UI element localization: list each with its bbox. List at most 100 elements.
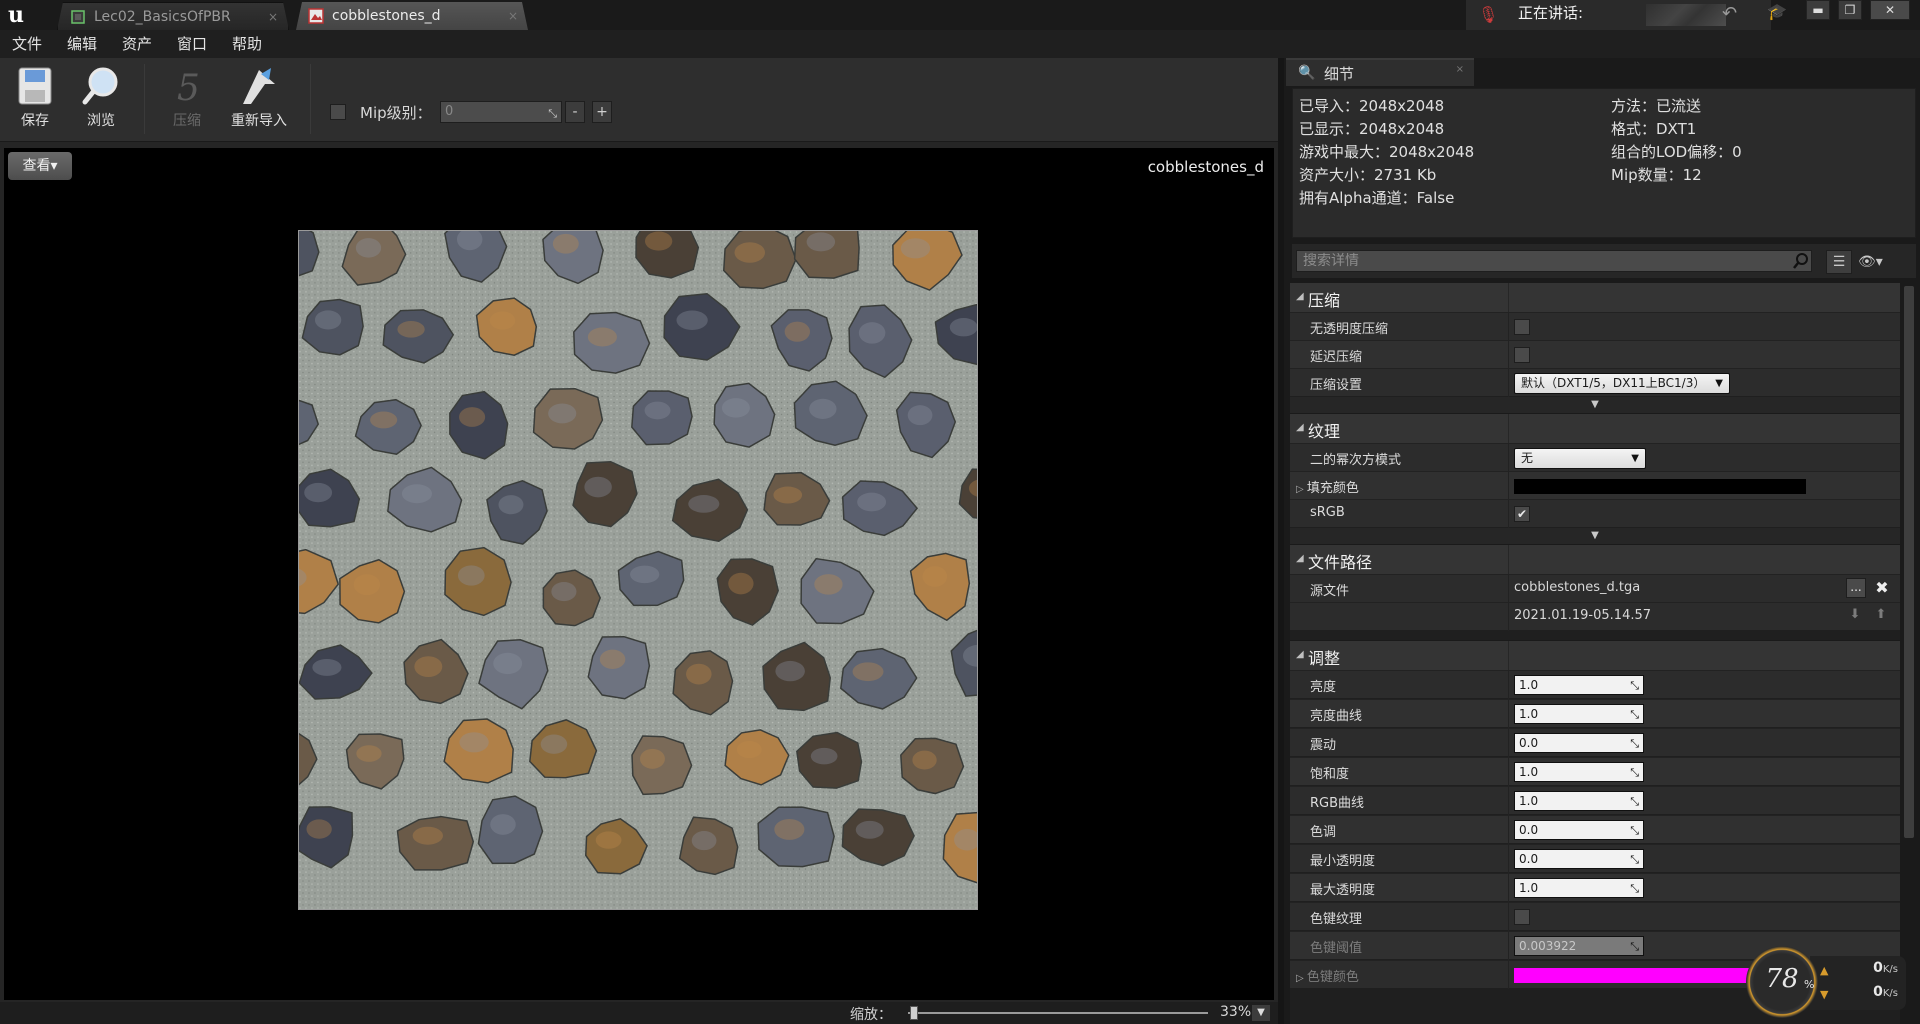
download-speed: 0K/s [1873,984,1898,1000]
arrow-down-icon[interactable]: ⬇ [1846,607,1864,625]
no-alpha-compression-checkbox[interactable] [1514,319,1530,335]
prop-label: 饱和度 [1310,767,1350,782]
unreal-logo-icon[interactable]: u [2,2,30,28]
zoom-dropdown-icon[interactable]: ▼ [1252,1005,1270,1021]
column-divider [1508,671,1509,699]
saturation-input[interactable]: 1.0 ⤡ [1514,762,1644,782]
compress-button[interactable]: 5 压缩 [152,64,222,136]
cobblestone-highlight [644,231,673,251]
tab-details[interactable]: 🔍 细节 × [1286,58,1474,86]
zoom-slider-handle[interactable] [910,1006,918,1020]
save-icon [18,67,52,105]
save-label: 保存 [21,113,49,129]
category-adjustments[interactable]: ◢ 调整 [1290,640,1900,671]
cobblestone-highlight [721,398,750,418]
hue-input[interactable]: 0.0 ⤡ [1514,820,1644,840]
svg-text:5: 5 [177,68,200,108]
details-scrollbar[interactable] [1904,286,1914,838]
search-icon[interactable] [1792,252,1810,270]
field-value: 1.0 [1519,881,1539,895]
mip-increment-button[interactable]: + [592,101,612,123]
advanced-expander[interactable]: ▼ [1290,397,1900,413]
tab-level[interactable]: Lec02_BasicsOfPBR × [57,2,289,30]
brightness-curve-input[interactable]: 1.0 ⤡ [1514,704,1644,724]
max-alpha-input[interactable]: 1.0 ⤡ [1514,878,1644,898]
prop-rgb-curve: RGB曲线 1.0 ⤡ [1290,786,1900,815]
zoom-slider-track[interactable] [908,1012,1208,1014]
menu-edit[interactable]: 编辑 [67,30,97,58]
save-button[interactable]: 保存 [0,64,70,136]
cobblestone-highlight [949,318,977,337]
advanced-expander[interactable]: ▼ [1290,528,1900,544]
prop-label[interactable]: 填充颜色 [1296,477,1359,496]
tab-texture[interactable]: cobblestones_d × [296,2,528,30]
browse-file-button[interactable]: ... [1846,578,1866,598]
min-alpha-input[interactable]: 0.0 ⤡ [1514,849,1644,869]
reimport-button[interactable]: 重新导入 [224,64,294,136]
close-window-button[interactable]: ✕ [1870,0,1910,20]
tab-close-icon[interactable]: × [268,3,278,30]
cobblestone-highlight [922,566,948,587]
cobblestone-highlight [548,403,577,424]
undo-icon[interactable]: ↶ [1722,3,1737,24]
column-divider [1508,729,1509,757]
prop-label: 最大透明度 [1310,883,1376,898]
arrow-up-icon[interactable]: ⬆ [1872,607,1890,625]
list-view-button[interactable]: ☰ [1826,250,1852,274]
search-details-input[interactable]: 搜索详情 [1296,250,1812,272]
vibrance-input[interactable]: 0.0 ⤡ [1514,733,1644,753]
category-texture[interactable]: ◢ 纹理 [1290,413,1900,444]
cobblestone-highlight [688,495,720,513]
visibility-options-button[interactable]: 👁▾ [1858,252,1902,272]
info-imported: 已导入：2048x2048 [1299,97,1445,115]
cobblestone-highlight [806,232,836,252]
cobblestone-highlight [370,411,398,429]
mip-level-input[interactable]: 0 ⤡ [440,101,562,123]
prop-saturation: 饱和度 1.0 ⤡ [1290,757,1900,786]
prop-hue: 色调 0.0 ⤡ [1290,815,1900,844]
category-compression[interactable]: ◢ 压缩 [1290,282,1900,313]
mip-decrement-button[interactable]: - [565,101,585,123]
magnifier-icon [82,67,118,105]
menu-window[interactable]: 窗口 [177,30,207,58]
info-has-alpha: 拥有Alpha通道：False [1299,189,1455,207]
menu-help[interactable]: 帮助 [232,30,262,58]
prop-srgb: sRGB ✔ [1290,499,1900,528]
cobblestone-highlight [855,820,884,839]
tab-close-icon[interactable]: × [1456,64,1464,75]
mip-level-checkbox[interactable] [330,104,346,120]
category-file-path[interactable]: ◢ 文件路径 [1290,544,1900,575]
menu-file[interactable]: 文件 [12,30,42,58]
prop-label: 亮度曲线 [1310,709,1363,724]
clear-icon[interactable]: ✖ [1872,578,1892,598]
chroma-key-checkbox[interactable] [1514,909,1530,925]
cobblestone-highlight [639,748,665,769]
maximize-button[interactable]: ❐ [1838,0,1862,20]
tab-label: cobblestones_d [332,8,441,24]
zoom-value: 33% [1220,1004,1252,1020]
rgb-curve-input[interactable]: 1.0 ⤡ [1514,791,1644,811]
tab-close-icon[interactable]: × [508,2,518,30]
power-of-two-mode-dropdown[interactable]: 无 ▼ [1514,448,1646,469]
cobblestone-highlight [490,814,516,835]
cobblestone-highlight [774,818,805,840]
view-options-button[interactable]: 查看▾ [8,152,72,180]
srgb-checkbox[interactable]: ✔ [1514,506,1530,522]
defer-compression-checkbox[interactable] [1514,347,1530,363]
mic-muted-icon[interactable]: 🎙 [1478,4,1498,26]
texture-viewport[interactable]: 查看▾ cobblestones_d [4,148,1274,1000]
graduation-cap-icon[interactable]: 🎓 [1764,2,1790,26]
info-max-ingame: 游戏中最大：2048x2048 [1299,143,1475,161]
cobblestone-highlight [907,405,933,426]
cobblestone-highlight [676,310,708,331]
minimize-button[interactable]: ▬ [1806,0,1830,20]
menu-asset[interactable]: 资产 [122,30,152,58]
prop-label: 无透明度压缩 [1310,322,1389,337]
cobblestone-highlight [644,401,671,420]
column-divider [1508,545,1509,575]
compression-settings-dropdown[interactable]: 默认（DXT1/5，DX11上BC1/3） ▼ [1514,373,1730,394]
brightness-input[interactable]: 1.0 ⤡ [1514,675,1644,695]
details-pane: 🔍 细节 × 已导入：2048x2048 已显示：2048x2048 游戏中最大… [1284,58,1920,1024]
browse-button[interactable]: 浏览 [66,64,136,136]
padding-color-swatch[interactable] [1514,479,1806,494]
